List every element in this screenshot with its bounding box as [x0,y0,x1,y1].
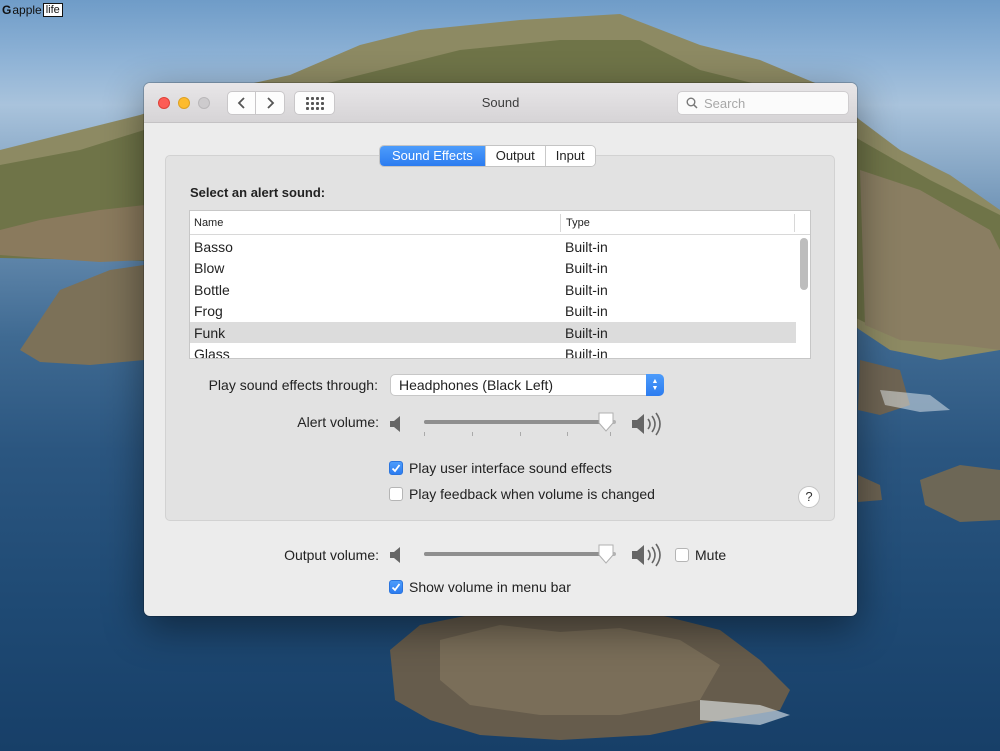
output-volume-label: Output volume: [284,547,379,563]
column-header-type[interactable]: Type [566,217,590,229]
watermark-brand: apple [12,3,42,17]
scroll-thumb[interactable] [800,238,808,290]
alert-volume-knob[interactable] [597,412,615,432]
help-button[interactable]: ? [798,486,820,508]
mute-option[interactable]: Mute [675,547,726,563]
show-volume-menu-bar-option[interactable]: Show volume in menu bar [389,579,571,595]
alert-sound-heading: Select an alert sound: [190,185,326,200]
sound-name: Bottle [194,281,230,298]
speaker-high-icon [632,412,661,436]
list-item[interactable]: Bottle Built-in [190,279,796,300]
tab-sound-effects[interactable]: Sound Effects [380,146,486,166]
sound-preferences-window: Sound Sound Effects Output Input Select … [144,83,857,616]
list-scrollbar[interactable] [798,236,810,358]
watermark-mark: G [2,3,12,17]
title-bar: Sound [144,83,857,123]
search-input[interactable] [704,95,844,111]
sound-type: Built-in [565,260,608,277]
output-device-select[interactable]: Headphones (Black Left) ▲ ▼ [390,374,664,396]
list-item[interactable]: Basso Built-in [190,236,796,257]
sound-name: Frog [194,303,223,320]
checkmark-icon [391,464,401,473]
volume-feedback-option[interactable]: Play feedback when volume is changed [389,486,655,502]
speaker-high-icon [632,543,661,567]
list-rows: Basso Built-in Blow Built-in Bottle Buil… [190,236,796,359]
show-volume-menu-bar-label: Show volume in menu bar [409,579,571,595]
speaker-low-icon [390,416,400,432]
speaker-low-icon [390,547,400,563]
list-item[interactable]: Glass Built-in [190,343,796,359]
sound-type: Built-in [565,281,608,298]
sound-name: Blow [194,260,225,277]
tab-output[interactable]: Output [485,146,546,166]
checkmark-icon [391,583,401,592]
sound-name: Glass [194,345,230,359]
column-separator [560,214,561,232]
select-stepper-icon: ▲ ▼ [646,374,664,396]
show-volume-menu-bar-checkbox[interactable] [389,580,403,594]
list-item[interactable]: Blow Built-in [190,257,796,278]
column-header-name[interactable]: Name [194,217,223,229]
list-item-selected[interactable]: Funk Built-in [190,321,796,343]
play-through-label: Play sound effects through: [208,377,378,393]
ui-sound-effects-label: Play user interface sound effects [409,460,612,476]
mute-checkbox[interactable] [675,548,689,562]
column-separator [794,214,795,232]
ui-sound-effects-option[interactable]: Play user interface sound effects [389,460,612,476]
alert-volume-label: Alert volume: [297,414,379,430]
list-header: Name Type [190,211,810,235]
sound-type: Built-in [565,303,608,320]
search-icon [686,97,698,109]
output-volume-fill [424,552,606,556]
alert-volume-fill [424,420,606,424]
output-device-value: Headphones (Black Left) [399,377,554,393]
tab-bar: Sound Effects Output Input [379,145,596,167]
sound-type: Built-in [565,324,608,341]
sound-name: Basso [194,239,233,255]
ui-sound-effects-checkbox[interactable] [389,461,403,475]
sound-name: Funk [194,324,226,341]
output-volume-slider[interactable] [424,544,616,564]
applelife-watermark: G apple life [2,2,63,18]
list-item[interactable]: Frog Built-in [190,300,796,321]
volume-feedback-checkbox[interactable] [389,487,403,501]
volume-feedback-label: Play feedback when volume is changed [409,486,655,502]
alert-volume-slider[interactable] [424,412,616,436]
output-volume-knob[interactable] [597,544,615,564]
sound-type: Built-in [565,345,608,359]
search-field[interactable] [677,91,849,115]
watermark-life: life [42,3,63,17]
mute-label: Mute [695,547,727,563]
sound-type: Built-in [565,239,608,255]
alert-sound-list[interactable]: Name Type Basso Built-in Blow Built-in B… [189,210,811,359]
tab-input[interactable]: Input [545,146,595,166]
